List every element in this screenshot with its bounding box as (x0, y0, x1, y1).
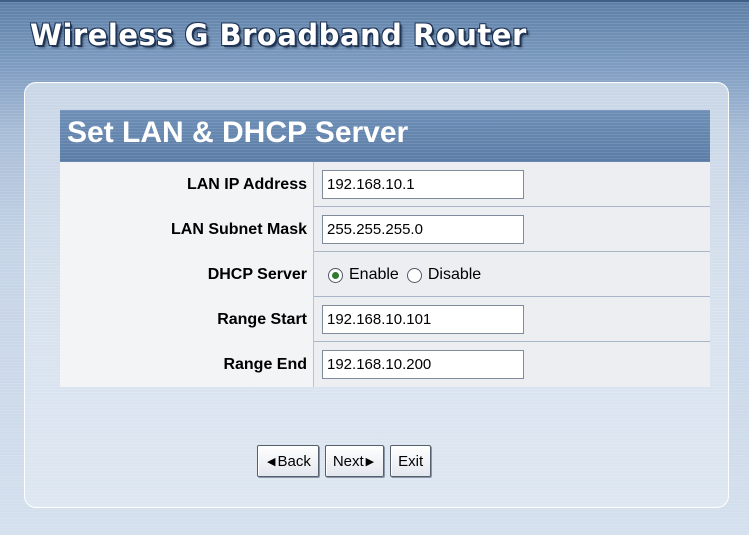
subnet-mask-label: LAN Subnet Mask (60, 207, 314, 252)
exit-button[interactable]: Exit (390, 445, 432, 477)
range-start-input[interactable] (322, 305, 524, 334)
lan-ip-label: LAN IP Address (60, 162, 314, 207)
app-title: Wireless G Broadband Router (30, 18, 527, 52)
chevron-left-icon: ◀ (267, 455, 276, 468)
wizard-buttons: ◀ Back Next ▶ Exit (257, 445, 432, 477)
lan-dhcp-form: LAN IP Address LAN Subnet Mask DHCP Serv… (60, 162, 710, 387)
row-range-end: Range End (60, 342, 710, 387)
range-start-label: Range Start (60, 297, 314, 342)
app-frame: Wireless G Broadband Router Set LAN & DH… (0, 0, 749, 535)
row-subnet-mask: LAN Subnet Mask (60, 207, 710, 252)
row-range-start: Range Start (60, 297, 710, 342)
subnet-mask-input[interactable] (322, 215, 524, 244)
dhcp-radio-group: Enable Disable (328, 264, 489, 286)
range-end-input[interactable] (322, 350, 524, 379)
section-header: Set LAN & DHCP Server (60, 110, 710, 162)
chevron-right-icon: ▶ (365, 455, 375, 468)
section-title: Set LAN & DHCP Server (67, 116, 409, 149)
range-end-label: Range End (60, 342, 314, 387)
lan-ip-input[interactable] (322, 170, 524, 199)
back-button[interactable]: ◀ Back (257, 445, 319, 477)
row-dhcp-server: DHCP Server Enable Disable (60, 252, 710, 297)
dhcp-disable-radio[interactable] (406, 267, 422, 283)
row-lan-ip: LAN IP Address (60, 162, 710, 207)
dhcp-server-label: DHCP Server (60, 252, 314, 297)
dhcp-disable-label[interactable]: Disable (428, 266, 481, 284)
dhcp-enable-label[interactable]: Enable (349, 266, 399, 284)
next-button[interactable]: Next ▶ (324, 445, 385, 477)
dhcp-enable-radio[interactable] (328, 267, 343, 283)
next-button-label: Next (332, 452, 364, 470)
back-button-label: Back (277, 452, 311, 470)
exit-button-label: Exit (398, 452, 424, 470)
